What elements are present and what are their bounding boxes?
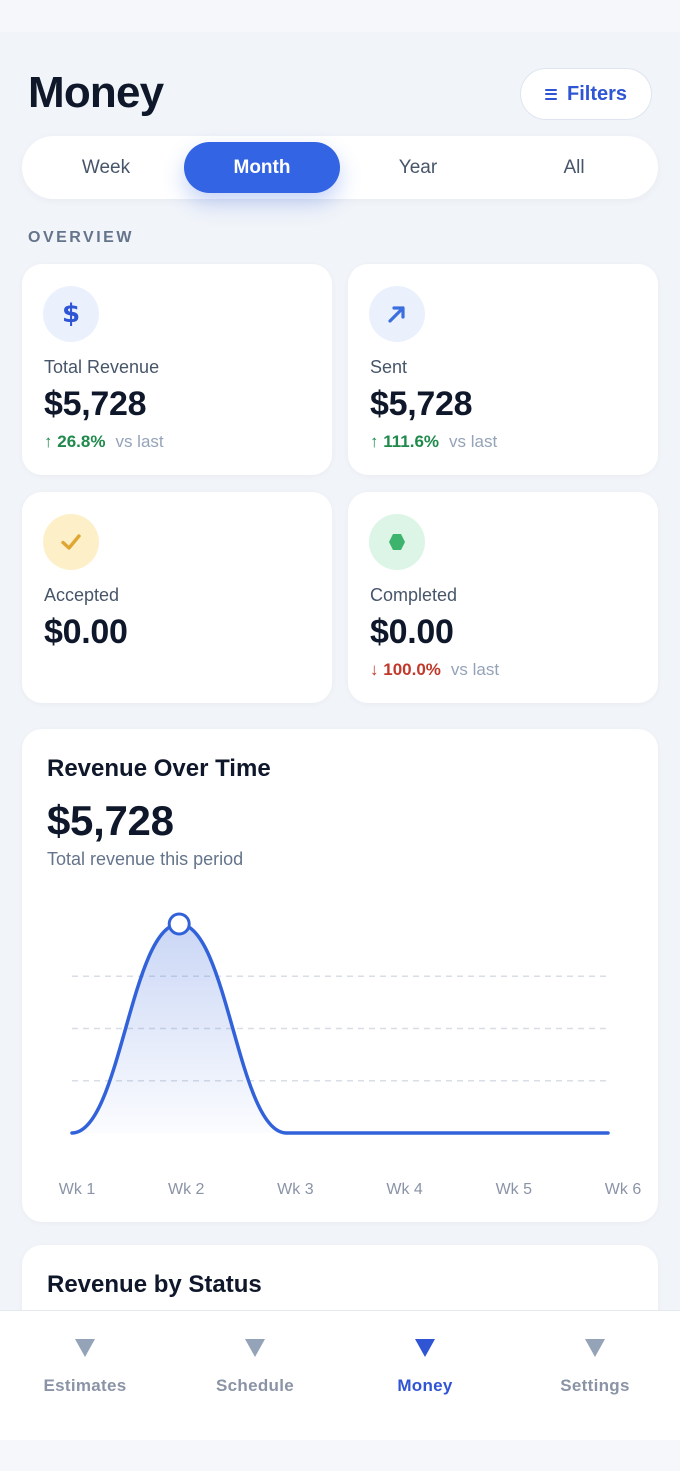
chart-x-tick-label: Wk 2 (168, 1181, 205, 1198)
tabbar-item-money[interactable]: Money (340, 1311, 510, 1441)
delta-comparison: vs last (450, 660, 500, 679)
filters-button-label: Filters (566, 82, 628, 105)
stat-card-completed[interactable]: Completed $0.00 ↓ 100.0% vs last (348, 492, 658, 703)
revenue-area-chart: Wk 1 Wk 2 Wk 3 Wk 4 Wk 5 Wk 6 (59, 912, 642, 1198)
chart-peak-point[interactable] (167, 912, 191, 936)
filter-lines-icon (544, 88, 557, 100)
tab-month[interactable]: Month (184, 142, 340, 193)
arrow-up-icon: ↑ (370, 432, 379, 451)
stat-card-accepted[interactable]: Accepted $0.00 (22, 492, 332, 703)
tabbar-item-estimates[interactable]: Estimates (0, 1311, 170, 1441)
tab-week[interactable]: Week (28, 142, 184, 193)
delta-percent: ↓ 100.0% (370, 660, 441, 680)
stat-card-sent[interactable]: Sent $5,728 ↑ 111.6% vs last (348, 264, 658, 475)
tab-year-label: Year (398, 156, 438, 178)
chart-x-tick-label: Wk 1 (59, 1181, 96, 1198)
stat-value: $5,728 (370, 385, 473, 423)
tabbar-label: Estimates (43, 1376, 127, 1395)
tabbar-label: Settings (560, 1376, 630, 1395)
settings-tab-icon (585, 1339, 605, 1357)
delta-comparison: vs last (115, 432, 164, 451)
stat-delta: ↑ 26.8% vs last (44, 432, 164, 452)
estimates-tab-icon (75, 1339, 95, 1357)
tab-week-label: Week (81, 156, 131, 178)
delta-comparison: vs last (449, 432, 498, 451)
bottom-tab-bar: Estimates Schedule Money Settings (0, 1310, 680, 1440)
stat-label: Sent (370, 357, 408, 377)
delta-percent-value: 26.8% (57, 432, 106, 451)
stat-value: $0.00 (44, 613, 128, 651)
stat-card-total-revenue[interactable]: $ Total Revenue $5,728 ↑ 26.8% vs last (22, 264, 332, 475)
chart-x-tick-label: Wk 4 (386, 1181, 423, 1198)
dollar-icon: $ (43, 286, 99, 342)
schedule-tab-icon (245, 1339, 265, 1357)
tab-month-label: Month (233, 156, 291, 178)
status-area (0, 0, 680, 32)
delta-percent: ↑ 26.8% (44, 432, 105, 452)
stat-value: $5,728 (44, 385, 147, 423)
chart-x-tick-label: Wk 6 (605, 1181, 642, 1198)
stat-delta: ↑ 111.6% vs last (370, 432, 497, 452)
chart-x-tick-label: Wk 3 (277, 1181, 314, 1198)
arrow-up-right-icon (369, 286, 425, 342)
home-indicator-area (0, 1440, 680, 1471)
tabbar-label: Schedule (216, 1376, 294, 1395)
chart-x-tick-label: Wk 5 (496, 1181, 533, 1198)
delta-percent: ↑ 111.6% (370, 432, 439, 452)
arrow-up-icon: ↑ (44, 432, 53, 451)
tabbar-item-settings[interactable]: Settings (510, 1311, 680, 1441)
page-header: Money Filters (28, 66, 652, 120)
tab-year[interactable]: Year (340, 142, 496, 193)
delta-percent-value: 100.0% (383, 660, 441, 679)
tabbar-label: Money (397, 1376, 453, 1395)
filters-button[interactable]: Filters (520, 68, 652, 120)
money-tab-icon (415, 1339, 435, 1357)
delta-percent-value: 111.6% (383, 432, 440, 451)
revenue-chart-card: Revenue Over Time $5,728 Total revenue t… (22, 729, 658, 1222)
stat-delta: ↓ 100.0% vs last (370, 660, 499, 680)
period-selector: Week Month Year All (22, 136, 658, 199)
page-title: Money (28, 68, 164, 117)
stat-value: $0.00 (370, 613, 454, 651)
tabbar-item-schedule[interactable]: Schedule (170, 1311, 340, 1441)
arrow-down-icon: ↓ (370, 660, 379, 679)
stat-label: Completed (370, 585, 458, 605)
status-card-title: Revenue by Status (47, 1271, 262, 1298)
stat-label: Total Revenue (44, 357, 160, 377)
tab-all[interactable]: All (496, 142, 652, 193)
tab-all-label: All (563, 156, 585, 178)
overview-section-label: OVERVIEW (28, 229, 134, 246)
hexagon-icon (369, 514, 425, 570)
checkmark-icon (43, 514, 99, 570)
stat-label: Accepted (44, 585, 120, 605)
